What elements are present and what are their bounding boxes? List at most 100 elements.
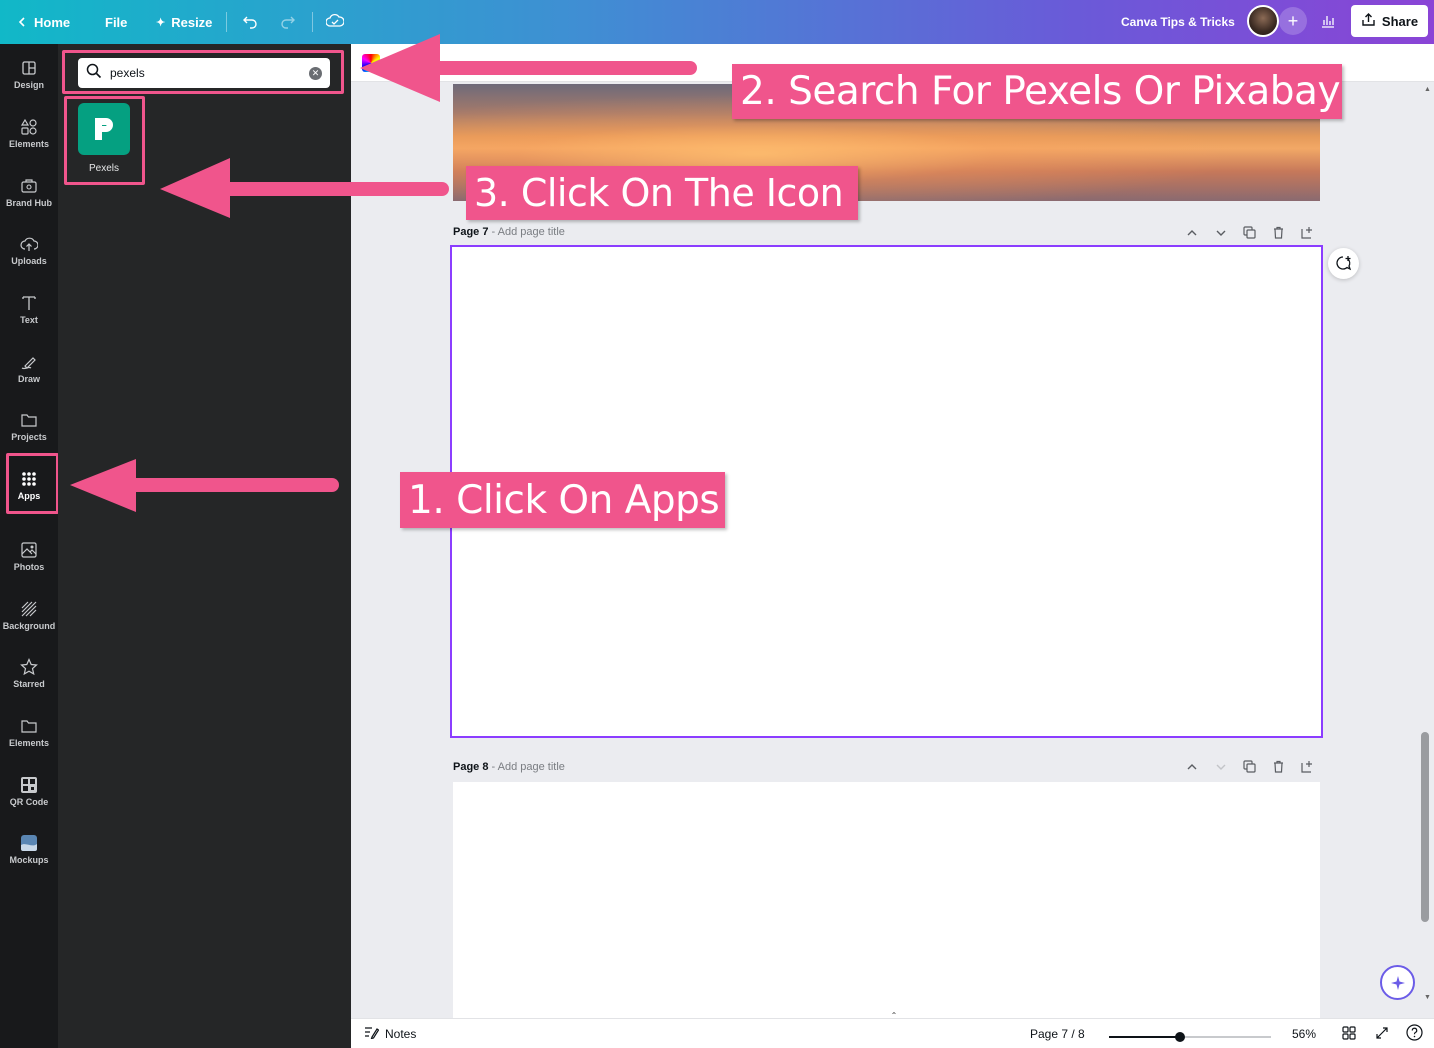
zoom-slider[interactable]: [1109, 1032, 1271, 1042]
rail-item-text[interactable]: Text: [0, 281, 58, 337]
page7-actions: [1184, 225, 1315, 240]
undo-icon: [242, 13, 258, 32]
zoom-slider-fill: [1109, 1036, 1181, 1038]
vertical-scrollbar[interactable]: [1421, 732, 1429, 922]
shapes-icon: [20, 118, 37, 135]
redo-button[interactable]: [280, 0, 296, 44]
chevron-up-icon[interactable]: [1184, 225, 1199, 240]
folder-icon: [21, 413, 37, 427]
rail-item-background[interactable]: Background: [0, 587, 58, 643]
share-label: Share: [1381, 13, 1419, 29]
undo-button[interactable]: [242, 0, 258, 44]
app-highlight-box: [64, 96, 145, 185]
divider: [312, 12, 313, 32]
add-page-icon[interactable]: [1300, 759, 1315, 774]
divider: [226, 12, 227, 32]
scroll-up-icon[interactable]: ▲: [1424, 86, 1431, 93]
annotation-step-2-text: 2. Search For Pexels Or Pixabay: [740, 69, 1341, 114]
chevron-down-icon: [1213, 759, 1228, 774]
apps-panel: [58, 44, 351, 1048]
crown-icon: ✦: [156, 16, 166, 29]
grid-view-button[interactable]: [1342, 1019, 1356, 1048]
fullscreen-button[interactable]: [1375, 1019, 1389, 1048]
page7-title[interactable]: Page 7 - Add page title: [453, 226, 565, 238]
trash-icon[interactable]: [1271, 225, 1286, 240]
rail-item-starred[interactable]: Starred: [0, 645, 58, 701]
sparkle-icon: [1390, 975, 1405, 990]
rail-item-uploads[interactable]: Uploads: [0, 222, 58, 278]
rail-label: Draw: [17, 373, 40, 384]
plus-icon: +: [1287, 10, 1299, 31]
add-page-icon[interactable]: [1300, 225, 1315, 240]
apps-highlight-box: [6, 453, 59, 514]
rail-item-elements-folder[interactable]: Elements: [0, 704, 58, 760]
rail-label: Photos: [13, 561, 45, 572]
home-label: Home: [34, 14, 71, 30]
page-indicator-label: Page 7 / 8: [1030, 1027, 1085, 1041]
file-menu[interactable]: File: [105, 0, 127, 44]
annotation-step-3-text: 3. Click On The Icon: [474, 171, 844, 215]
resize-label: Resize: [171, 14, 213, 30]
cloud-upload-icon: [20, 237, 38, 251]
page7-placeholder: - Add page title: [491, 226, 565, 238]
pen-icon: [21, 356, 36, 369]
chevron-up-icon[interactable]: [1184, 759, 1199, 774]
share-icon: [1361, 12, 1376, 30]
rail-label: Uploads: [11, 255, 47, 266]
rail-item-mockups[interactable]: Mockups: [0, 821, 58, 877]
page8-label: Page 8: [453, 761, 489, 773]
team-name-label: Canva Tips & Tricks: [1121, 15, 1235, 29]
briefcase-icon: [21, 178, 37, 193]
page8-canvas[interactable]: [453, 782, 1320, 1018]
trash-icon[interactable]: [1271, 759, 1286, 774]
bar-chart-icon: [1320, 13, 1336, 32]
rail-item-draw[interactable]: Draw: [0, 340, 58, 396]
rail-item-design[interactable]: Design: [0, 46, 58, 102]
rail-item-photos[interactable]: Photos: [0, 528, 58, 584]
duplicate-icon[interactable]: [1242, 225, 1257, 240]
add-comment-button[interactable]: [1328, 248, 1359, 279]
team-name[interactable]: Canva Tips & Tricks: [1121, 0, 1235, 44]
chevron-down-icon[interactable]: [1213, 225, 1228, 240]
notes-button[interactable]: Notes: [364, 1019, 416, 1048]
rail-item-brand-hub[interactable]: Brand Hub: [0, 164, 58, 220]
annotation-step-3: 3. Click On The Icon: [466, 166, 858, 220]
rail-label: Background: [2, 620, 56, 631]
annotation-step-1-text: 1. Click On Apps: [408, 477, 720, 523]
scroll-down-icon[interactable]: ▼: [1424, 994, 1431, 1001]
top-bar: Home File ✦ Resize Canva Tips & Tricks +: [0, 0, 1434, 44]
search-highlight-box: [62, 50, 344, 94]
comment-plus-icon: [1336, 256, 1352, 271]
rail-item-qr-code[interactable]: QR Code: [0, 763, 58, 819]
resize-button[interactable]: ✦ Resize: [156, 0, 212, 44]
rail-label: Elements: [8, 138, 50, 149]
rail-label: Elements: [8, 737, 50, 748]
cloud-check-icon: [325, 13, 345, 32]
annotation-step-1: 1. Click On Apps: [400, 472, 725, 528]
share-button[interactable]: Share: [1351, 5, 1428, 37]
page-indicator[interactable]: Page 7 / 8: [1030, 1019, 1085, 1048]
rail-item-elements[interactable]: Elements: [0, 105, 58, 161]
help-icon: [1406, 1024, 1423, 1044]
annotation-step-2: 2. Search For Pexels Or Pixabay: [732, 64, 1342, 119]
rail-label: Text: [20, 314, 38, 325]
text-icon: [22, 295, 36, 310]
rail-item-projects[interactable]: Projects: [0, 398, 58, 454]
bottom-bar: Notes Page 7 / 8 56%: [351, 1018, 1434, 1048]
invite-button[interactable]: +: [1279, 7, 1307, 35]
folder-icon: [21, 719, 37, 733]
left-rail: Design Elements Brand Hub Uploads Text D…: [0, 44, 58, 1048]
magic-assistant-button[interactable]: [1380, 965, 1415, 1000]
rail-label: Projects: [11, 431, 47, 442]
rail-label: Design: [13, 79, 44, 90]
duplicate-icon[interactable]: [1242, 759, 1257, 774]
insights-button[interactable]: [1320, 0, 1336, 44]
save-status-button[interactable]: [325, 0, 345, 44]
home-button[interactable]: Home: [16, 0, 70, 44]
page8-title[interactable]: Page 8 - Add page title: [453, 761, 565, 773]
color-picker-icon[interactable]: [362, 54, 380, 72]
help-button[interactable]: [1406, 1019, 1423, 1048]
avatar[interactable]: [1247, 5, 1279, 37]
mockup-icon: [21, 834, 37, 851]
zoom-level[interactable]: 56%: [1292, 1019, 1316, 1048]
